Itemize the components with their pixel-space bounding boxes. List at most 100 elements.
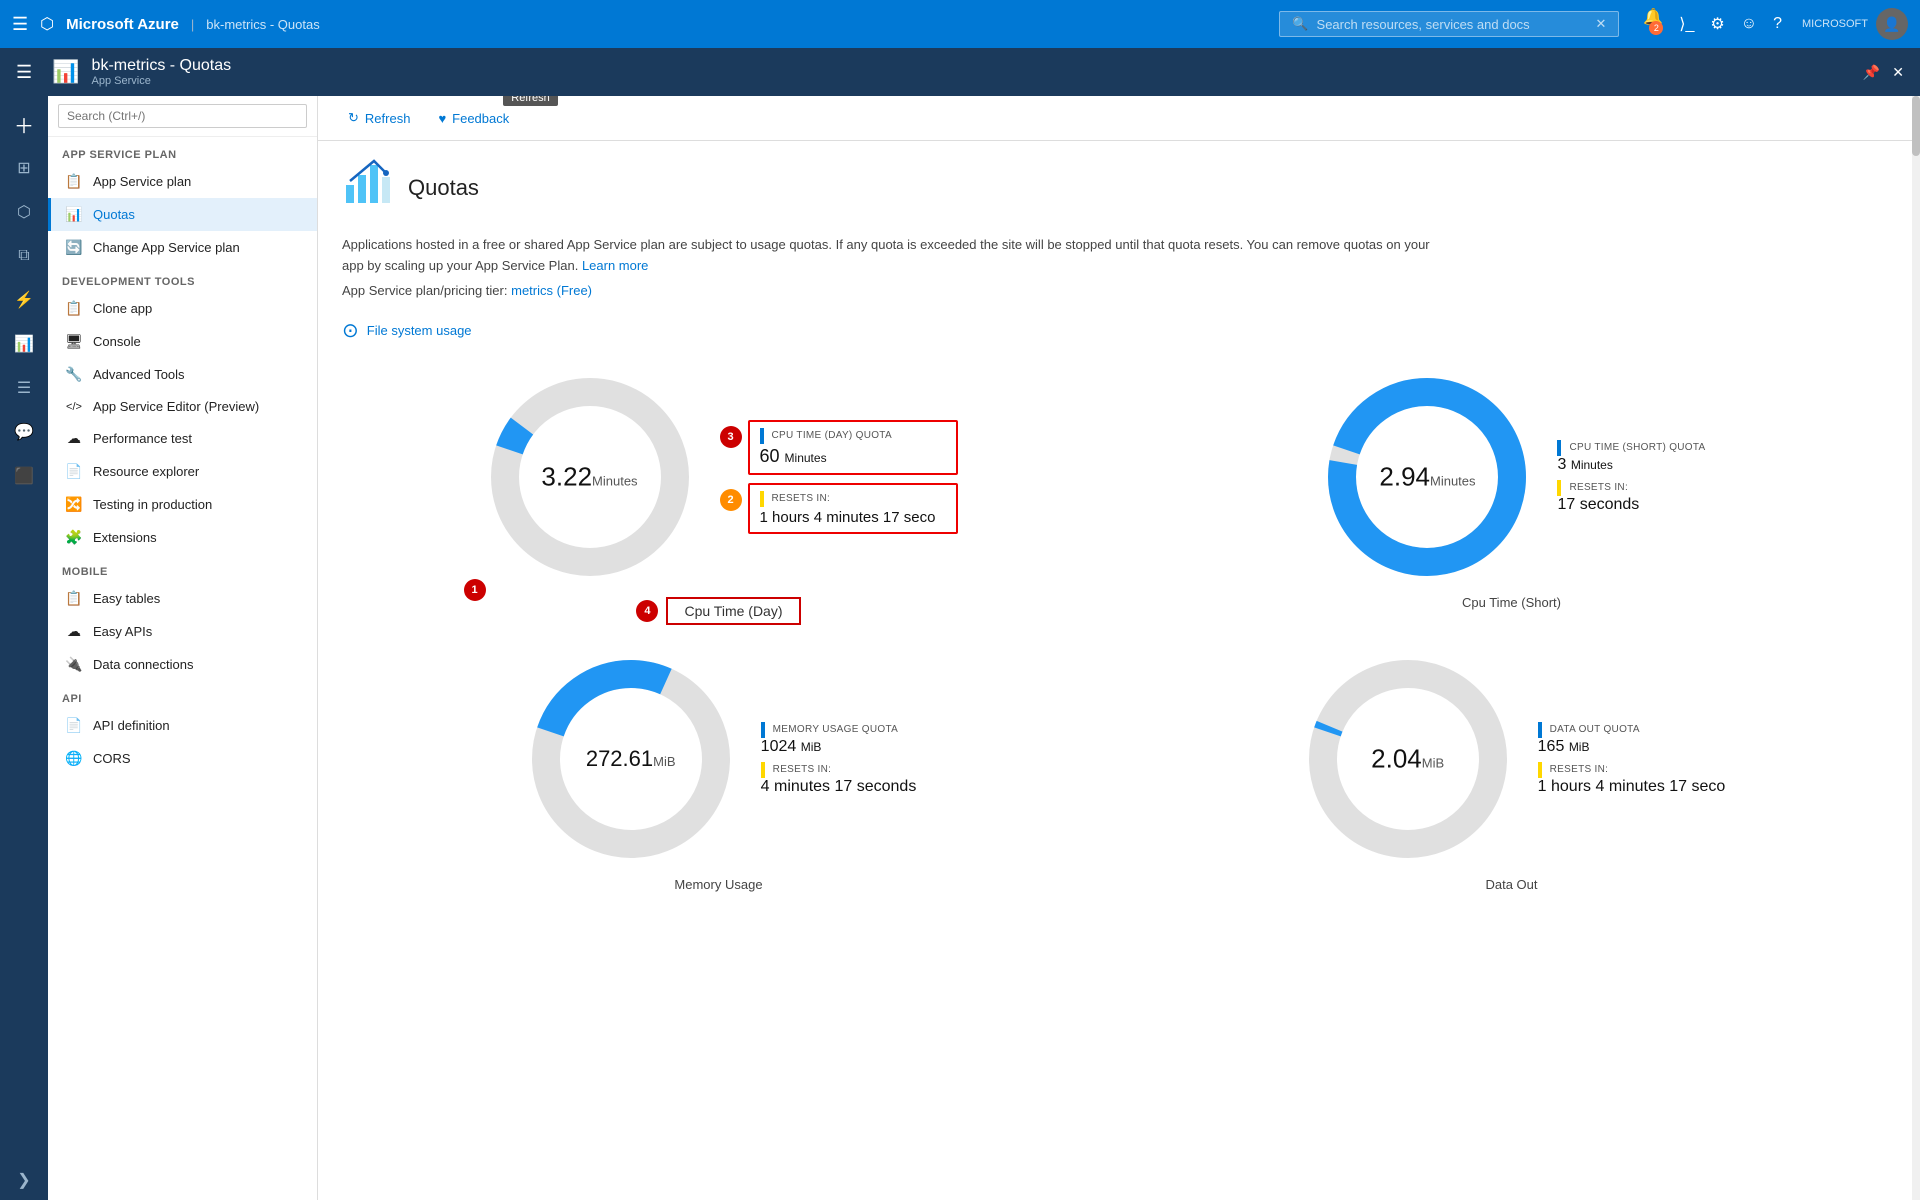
chart-data-out: 2.04MiB DATA OUT QUOTA 165 MiB — [1135, 649, 1888, 892]
icon-rail-extensions[interactable]: ⧉ — [4, 236, 44, 276]
icon-rail-chat[interactable]: 💬 — [4, 412, 44, 452]
search-bar[interactable]: 🔍 ✕ — [1279, 11, 1619, 37]
nav-item-easy-tables[interactable]: 📋 Easy tables — [48, 582, 317, 615]
quota-label-data-out: DATA OUT QUOTA — [1538, 722, 1726, 738]
quota-label-cpu-day: CPU TIME (DAY) QUOTA — [760, 428, 946, 444]
donut-unit-cpu-day: Minutes — [592, 473, 638, 488]
quota-item-data-out: DATA OUT QUOTA 165 MiB — [1538, 722, 1726, 756]
quota-color-bar — [760, 428, 764, 444]
nav-item-advanced-tools[interactable]: 🔧 Advanced Tools — [48, 358, 317, 391]
nav-item-resource-explorer[interactable]: 📄 Resource explorer — [48, 455, 317, 488]
hamburger-menu[interactable]: ☰ — [12, 14, 28, 35]
user-section[interactable]: MICROSOFT 👤 — [1802, 8, 1908, 40]
nav-label-api-definition: API definition — [93, 718, 170, 733]
section-label-dev-tools: DEVELOPMENT TOOLS — [48, 264, 317, 292]
nav-search-input[interactable] — [58, 104, 307, 128]
search-close-icon[interactable]: ✕ — [1595, 16, 1606, 32]
nav-icon-app-service-editor: </> — [65, 401, 83, 413]
nav-item-data-connections[interactable]: 🔌 Data connections — [48, 648, 317, 681]
section-label-mobile: MOBILE — [48, 554, 317, 582]
icon-rail-monitor[interactable]: 📊 — [4, 324, 44, 364]
scrollbar-thumb[interactable] — [1912, 96, 1920, 156]
nav-item-app-service-editor[interactable]: </> App Service Editor (Preview) — [48, 391, 317, 422]
donut-unit-data-out: MiB — [1422, 755, 1444, 770]
info-box-quota-cpu-day: CPU TIME (DAY) QUOTA 60 Minutes — [748, 420, 958, 475]
pin-icon[interactable]: 📌 — [1863, 64, 1880, 81]
quota-label-memory: MEMORY USAGE QUOTA — [761, 722, 917, 738]
nav-item-clone-app[interactable]: 📋 Clone app — [48, 292, 317, 325]
icon-rail-dashboard[interactable]: ⊞ — [4, 148, 44, 188]
smiley-icon[interactable]: ☺ — [1741, 15, 1757, 33]
feedback-icon: ♥ — [438, 111, 446, 126]
learn-more-link[interactable]: Learn more — [582, 258, 648, 273]
quota-color-bar-short — [1557, 440, 1561, 456]
notifications-icon[interactable]: 🔔 2 — [1643, 7, 1663, 41]
icon-rail-resources[interactable]: ⬡ — [4, 192, 44, 232]
close-icon[interactable]: ✕ — [1892, 64, 1904, 81]
search-icon: 🔍 — [1292, 16, 1308, 32]
section-app-service-plan: APP SERVICE PLAN 📋 App Service plan 📊 Qu… — [48, 137, 317, 264]
nav-icon-api-definition: 📄 — [65, 717, 83, 734]
donut-center-cpu-day: 3.22Minutes — [541, 461, 637, 492]
section-mobile: MOBILE 📋 Easy tables ☁ Easy APIs 🔌 Data … — [48, 554, 317, 681]
chart-row-cpu-short: 2.94Minutes CPU TIME (SHORT) QUOTA 3 M — [1317, 367, 1705, 587]
user-avatar[interactable]: 👤 — [1876, 8, 1908, 40]
refresh-button[interactable]: ↻ Refresh — [334, 104, 424, 132]
nav-item-quotas[interactable]: 📊 Quotas — [48, 198, 317, 231]
nav-label-easy-apis: Easy APIs — [93, 624, 152, 639]
icon-rail-add[interactable]: ＋ — [4, 104, 44, 144]
file-system-link[interactable]: ⊙ File system usage — [342, 318, 1888, 343]
resets-color-bar-short — [1557, 480, 1561, 496]
quota-value-cpu-short: 3 Minutes — [1557, 456, 1705, 474]
nav-item-app-service-plan[interactable]: 📋 App Service plan — [48, 165, 317, 198]
nav-icon-data-connections: 🔌 — [65, 656, 83, 673]
main-scrollbar[interactable] — [1912, 96, 1920, 1200]
info-box-resets-cpu-day: RESETS IN: 1 hours 4 minutes 17 seco — [748, 483, 958, 534]
nav-item-console[interactable]: 🖥 Console — [48, 325, 317, 358]
feedback-label: Feedback — [452, 111, 509, 126]
resets-value-cpu-short: 17 seconds — [1557, 496, 1705, 514]
file-system-icon: ⊙ — [342, 318, 359, 343]
quotas-title: Quotas — [408, 175, 479, 201]
chart-cpu-time-day: 1 3.22Minutes — [342, 367, 1095, 625]
settings-icon[interactable]: ⚙ — [1710, 14, 1724, 34]
nav-icon-change-plan: 🔄 — [65, 239, 83, 256]
nav-icon-testing-in-production: 🔀 — [65, 496, 83, 513]
icon-rail-lightning[interactable]: ⚡ — [4, 280, 44, 320]
breadcrumb-separator: | — [191, 17, 194, 32]
nav-item-cors[interactable]: 🌐 CORS — [48, 742, 317, 775]
nav-item-change-app-service-plan[interactable]: 🔄 Change App Service plan — [48, 231, 317, 264]
donut-center-data-out: 2.04MiB — [1371, 743, 1444, 774]
nav-item-extensions[interactable]: 🧩 Extensions — [48, 521, 317, 554]
quotas-icon — [342, 157, 394, 219]
nav-icon-extensions: 🧩 — [65, 529, 83, 546]
content-scroll[interactable]: Quotas Applications hosted in a free or … — [318, 141, 1912, 1200]
chart-label-cpu-day: Cpu Time (Day) — [666, 597, 800, 625]
search-input[interactable] — [1317, 17, 1587, 32]
nav-label-resource-explorer: Resource explorer — [93, 464, 199, 479]
cloud-shell-icon[interactable]: ⟩_ — [1679, 14, 1694, 34]
nav-item-api-definition[interactable]: 📄 API definition — [48, 709, 317, 742]
resets-label-cpu-day: RESETS IN: — [760, 491, 946, 507]
quota-color-bar-data-out — [1538, 722, 1542, 738]
resets-label-memory: RESETS IN: — [761, 762, 917, 778]
donut-value-cpu-short: 2.94 — [1379, 461, 1430, 491]
feedback-button[interactable]: ♥ Feedback — [424, 105, 523, 132]
icon-rail: ＋ ⊞ ⬡ ⧉ ⚡ 📊 ☰ 💬 ⬛ ❯ — [0, 96, 48, 1200]
info-inline-memory: MEMORY USAGE QUOTA 1024 MiB RESETS IN: — [761, 722, 917, 796]
plan-link[interactable]: metrics (Free) — [511, 283, 592, 298]
icon-rail-blocks[interactable]: ⬛ — [4, 456, 44, 496]
nav-item-testing-in-production[interactable]: 🔀 Testing in production — [48, 488, 317, 521]
icon-rail-chevron[interactable]: ❯ — [4, 1160, 44, 1200]
chart-row-data-out: 2.04MiB DATA OUT QUOTA 165 MiB — [1298, 649, 1726, 869]
nav-icon-performance-test: ☁ — [65, 430, 83, 447]
help-icon[interactable]: ? — [1773, 15, 1782, 33]
nav-icon-clone-app: 📋 — [65, 300, 83, 317]
nav-label-testing-in-production: Testing in production — [93, 497, 212, 512]
chart-row-memory: 272.61MiB MEMORY USAGE QUOTA 1024 MiB — [521, 649, 917, 869]
section-development-tools: DEVELOPMENT TOOLS 📋 Clone app 🖥 Console … — [48, 264, 317, 554]
nav-item-easy-apis[interactable]: ☁ Easy APIs — [48, 615, 317, 648]
nav-item-performance-test[interactable]: ☁ Performance test — [48, 422, 317, 455]
icon-rail-layers[interactable]: ☰ — [4, 368, 44, 408]
sidebar-toggle[interactable]: ☰ — [16, 62, 32, 83]
